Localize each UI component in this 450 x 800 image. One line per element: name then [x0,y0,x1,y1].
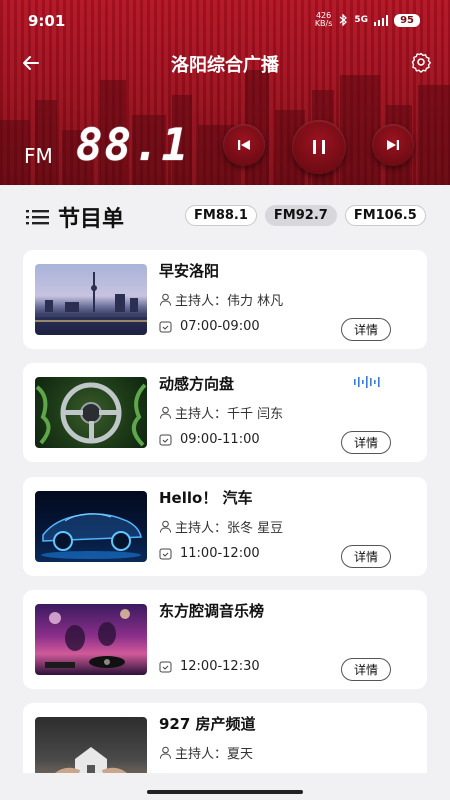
sound-wave-icon [354,376,380,388]
detail-button[interactable]: 详情 [340,658,391,681]
program-host: 主持人：夏天 [159,743,253,762]
signal-icon [374,14,389,26]
calendar-clock-icon [159,661,172,673]
calendar-clock-icon [159,321,172,333]
program-thumbnail [35,377,147,448]
calendar-clock-icon [159,434,172,446]
program-name: 东方腔调音乐榜 [159,602,265,620]
program-card[interactable]: Hello！ 汽车 主持人：张冬 星豆 11:00-12:00 详情 [23,477,427,576]
status-icons: 426 KB/s 5G 95 [315,12,420,28]
program-time: 12:00-12:30 [159,659,260,674]
program-name: 动感方向盘 [159,375,235,393]
program-card[interactable]: 早安洛阳 主持人：伟力 林凡 07:00-09:00 详情 [23,250,427,349]
program-name: 早安洛阳 [159,262,220,280]
status-bar: 9:01 426 KB/s 5G 95 [0,0,450,40]
next-button[interactable] [372,124,414,166]
city-skyline-image [0,70,450,185]
channel-chip-fm92[interactable]: FM92.7 [264,205,337,226]
program-name: Hello！ 汽车 [159,489,253,507]
schedule-title: 节目单 [58,207,125,232]
person-icon [160,406,171,419]
settings-button[interactable] [410,51,432,73]
detail-button[interactable]: 详情 [340,318,391,341]
network-type: 5G [354,15,369,25]
detail-button[interactable]: 详情 [340,431,391,454]
program-host: 主持人：千千 闫东 [159,403,283,422]
program-thumbnail [35,264,147,335]
pause-button[interactable] [292,120,346,174]
program-host: 主持人：伟力 林凡 [159,290,283,309]
program-name: 927 房产频道 [159,715,256,733]
channel-chip-fm106[interactable]: FM106.5 [344,205,426,226]
calendar-clock-icon [159,548,172,560]
bluetooth-icon [340,14,348,26]
gear-icon [411,52,431,73]
station-title: 洛阳综合广播 [171,55,279,76]
list-icon [26,210,49,225]
channel-chips: FM88.1 FM92.7 FM106.5 [185,205,426,226]
program-card[interactable]: 东方腔调音乐榜 12:00-12:30 详情 [23,590,427,689]
person-icon [160,293,171,306]
skip-previous-icon [238,140,250,150]
program-time: 09:00-11:00 [159,432,260,447]
fm-label: FM [24,144,53,168]
program-time: 11:00-12:00 [159,546,260,561]
schedule-header: 节目单 [26,201,124,233]
program-time: 07:00-09:00 [159,319,260,334]
person-icon [160,746,171,759]
detail-button[interactable]: 详情 [340,545,391,568]
home-indicator[interactable] [147,790,303,794]
radio-header: 9:01 426 KB/s 5G 95 洛阳综合广播 FM 88.1 [0,0,450,185]
battery-indicator: 95 [394,13,420,27]
program-card[interactable]: 927 房产频道 主持人：夏天 [23,703,427,773]
program-thumbnail [35,491,147,562]
program-host: 主持人：张冬 星豆 [159,517,283,536]
skip-next-icon [387,140,399,150]
program-thumbnail [35,604,147,675]
pause-icon [313,140,325,154]
program-thumbnail [35,717,147,773]
program-card[interactable]: 动感方向盘 主持人：千千 闫东 09:00-11:00 详情 [23,363,427,462]
frequency-display: 88.1 [76,120,190,171]
channel-chip-fm88[interactable]: FM88.1 [185,205,257,226]
status-time: 9:01 [28,12,66,30]
person-icon [160,520,171,533]
network-speed: 426 KB/s [314,11,333,28]
previous-button[interactable] [223,124,265,166]
